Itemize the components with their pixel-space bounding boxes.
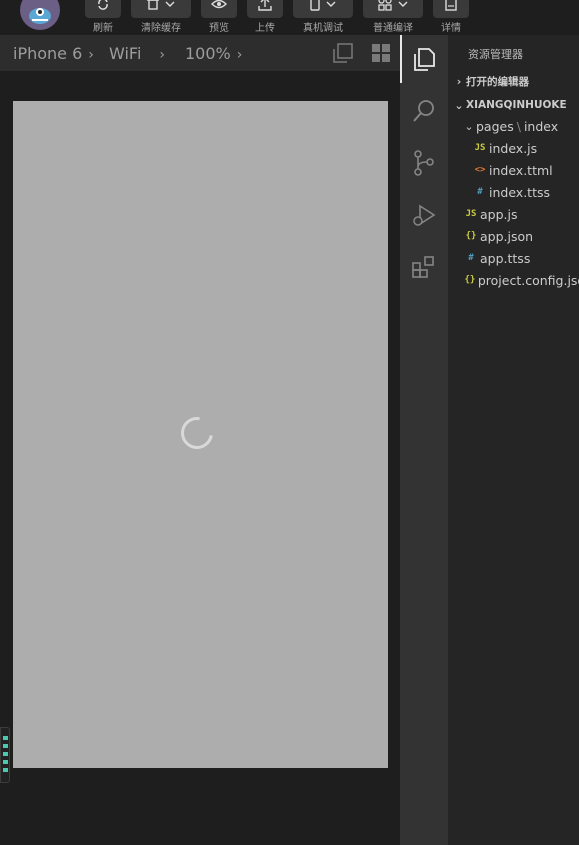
file-item[interactable]: {}project.config.json bbox=[462, 269, 579, 291]
file-type-icon: # bbox=[468, 253, 474, 263]
zoom-level: 100% bbox=[185, 44, 231, 63]
network-selector[interactable]: WiFi › bbox=[109, 44, 165, 63]
chevron-down-icon bbox=[326, 1, 336, 7]
file-type-icon: <> bbox=[474, 165, 486, 175]
file-item[interactable]: JS index.js bbox=[471, 137, 579, 159]
file-type-icon: # bbox=[477, 187, 483, 197]
refresh-label: 刷新 bbox=[93, 23, 113, 34]
preview-button[interactable] bbox=[201, 0, 237, 18]
extensions-icon[interactable] bbox=[410, 253, 438, 281]
file-name: index.ttml bbox=[489, 162, 553, 178]
preview-label: 预览 bbox=[209, 23, 229, 34]
file-type-icon: JS bbox=[465, 209, 477, 219]
compile-mode-button[interactable] bbox=[363, 0, 423, 18]
file-item[interactable]: # index.ttss bbox=[471, 181, 579, 203]
run-debug-icon[interactable] bbox=[410, 201, 438, 229]
toolbar: 刷新 清除缓存 预览 上传 真机调试 普通编译 详情 bbox=[0, 0, 579, 35]
device-name: iPhone 6 bbox=[13, 44, 83, 63]
compile-mode-label: 普通编译 bbox=[373, 23, 413, 34]
project-section[interactable]: ⌄ XIANGQINHUOKE bbox=[452, 94, 579, 116]
file-name: index.ttss bbox=[489, 184, 550, 200]
chevron-right-icon: › bbox=[159, 47, 166, 63]
chevron-down-icon: ⌄ bbox=[464, 119, 474, 133]
side-meter-handle[interactable] bbox=[0, 727, 10, 783]
upload-button[interactable] bbox=[247, 0, 283, 18]
path-separator: \ bbox=[516, 118, 521, 134]
file-name: index.js bbox=[489, 140, 538, 156]
network-name: WiFi bbox=[109, 44, 142, 63]
file-type-icon: {} bbox=[465, 231, 477, 241]
explorer-title: 资源管理器 bbox=[468, 48, 523, 61]
zoom-selector[interactable]: 100% › bbox=[185, 44, 242, 63]
simulator-header: iPhone 6 › WiFi › 100% › bbox=[0, 35, 400, 71]
file-type-icon: JS bbox=[474, 143, 486, 153]
device-debug-label: 真机调试 bbox=[303, 23, 343, 34]
trash-icon bbox=[147, 0, 159, 10]
device-selector[interactable]: iPhone 6 › bbox=[13, 44, 94, 63]
avatar[interactable] bbox=[20, 0, 60, 30]
search-icon[interactable] bbox=[410, 97, 438, 125]
subfolder-name: index bbox=[523, 118, 559, 134]
clear-cache-label: 清除缓存 bbox=[141, 23, 181, 34]
file-name: app.json bbox=[480, 228, 534, 244]
chevron-right-icon: › bbox=[88, 47, 94, 63]
file-name: app.js bbox=[480, 206, 518, 222]
file-item[interactable]: <> index.ttml bbox=[471, 159, 579, 181]
device-debug-button[interactable] bbox=[293, 0, 353, 18]
folder-name: pages bbox=[476, 118, 514, 134]
chevron-right-icon: › bbox=[456, 74, 462, 88]
clear-cache-button[interactable] bbox=[131, 0, 191, 18]
project-name: XIANGQINHUOKE bbox=[466, 99, 567, 111]
chevron-down-icon: ⌄ bbox=[454, 98, 464, 112]
active-indicator bbox=[400, 35, 402, 83]
explorer-panel: 资源管理器 › 打开的编辑器 ⌄ XIANGQINHUOKE ⌄ pages \… bbox=[448, 35, 579, 845]
open-editors-label: 打开的编辑器 bbox=[466, 75, 529, 88]
simulator bbox=[0, 71, 400, 845]
details-label: 详情 bbox=[441, 23, 461, 34]
chevron-right-icon: › bbox=[236, 47, 243, 63]
folder-pages-index[interactable]: ⌄ pages \ index bbox=[462, 115, 579, 137]
phone-screen[interactable] bbox=[13, 101, 388, 768]
details-icon bbox=[445, 0, 457, 11]
chevron-down-icon bbox=[165, 1, 175, 7]
activity-bar bbox=[400, 35, 448, 845]
file-item[interactable]: JS app.js bbox=[462, 203, 579, 225]
chevron-down-icon bbox=[398, 1, 408, 7]
loading-spinner-icon bbox=[174, 410, 220, 456]
layout-grid-icon[interactable] bbox=[371, 43, 391, 63]
source-control-icon[interactable] bbox=[410, 149, 438, 177]
open-editors-section[interactable]: › 打开的编辑器 bbox=[452, 70, 579, 92]
file-type-icon: {} bbox=[464, 275, 476, 285]
upload-icon bbox=[258, 0, 272, 11]
popout-window-icon[interactable] bbox=[332, 42, 354, 64]
upload-label: 上传 bbox=[255, 23, 275, 34]
file-item[interactable]: {} app.json bbox=[462, 225, 579, 247]
file-name: project.config.json bbox=[477, 272, 579, 288]
refresh-button[interactable] bbox=[85, 0, 121, 18]
file-item[interactable]: # app.ttss bbox=[462, 247, 579, 269]
refresh-icon bbox=[98, 0, 108, 10]
grid-icon bbox=[378, 0, 392, 11]
phone-icon bbox=[310, 0, 320, 11]
eye-icon bbox=[211, 0, 227, 9]
files-icon[interactable] bbox=[410, 45, 438, 73]
details-button[interactable] bbox=[433, 0, 469, 18]
file-name: app.ttss bbox=[480, 250, 531, 266]
